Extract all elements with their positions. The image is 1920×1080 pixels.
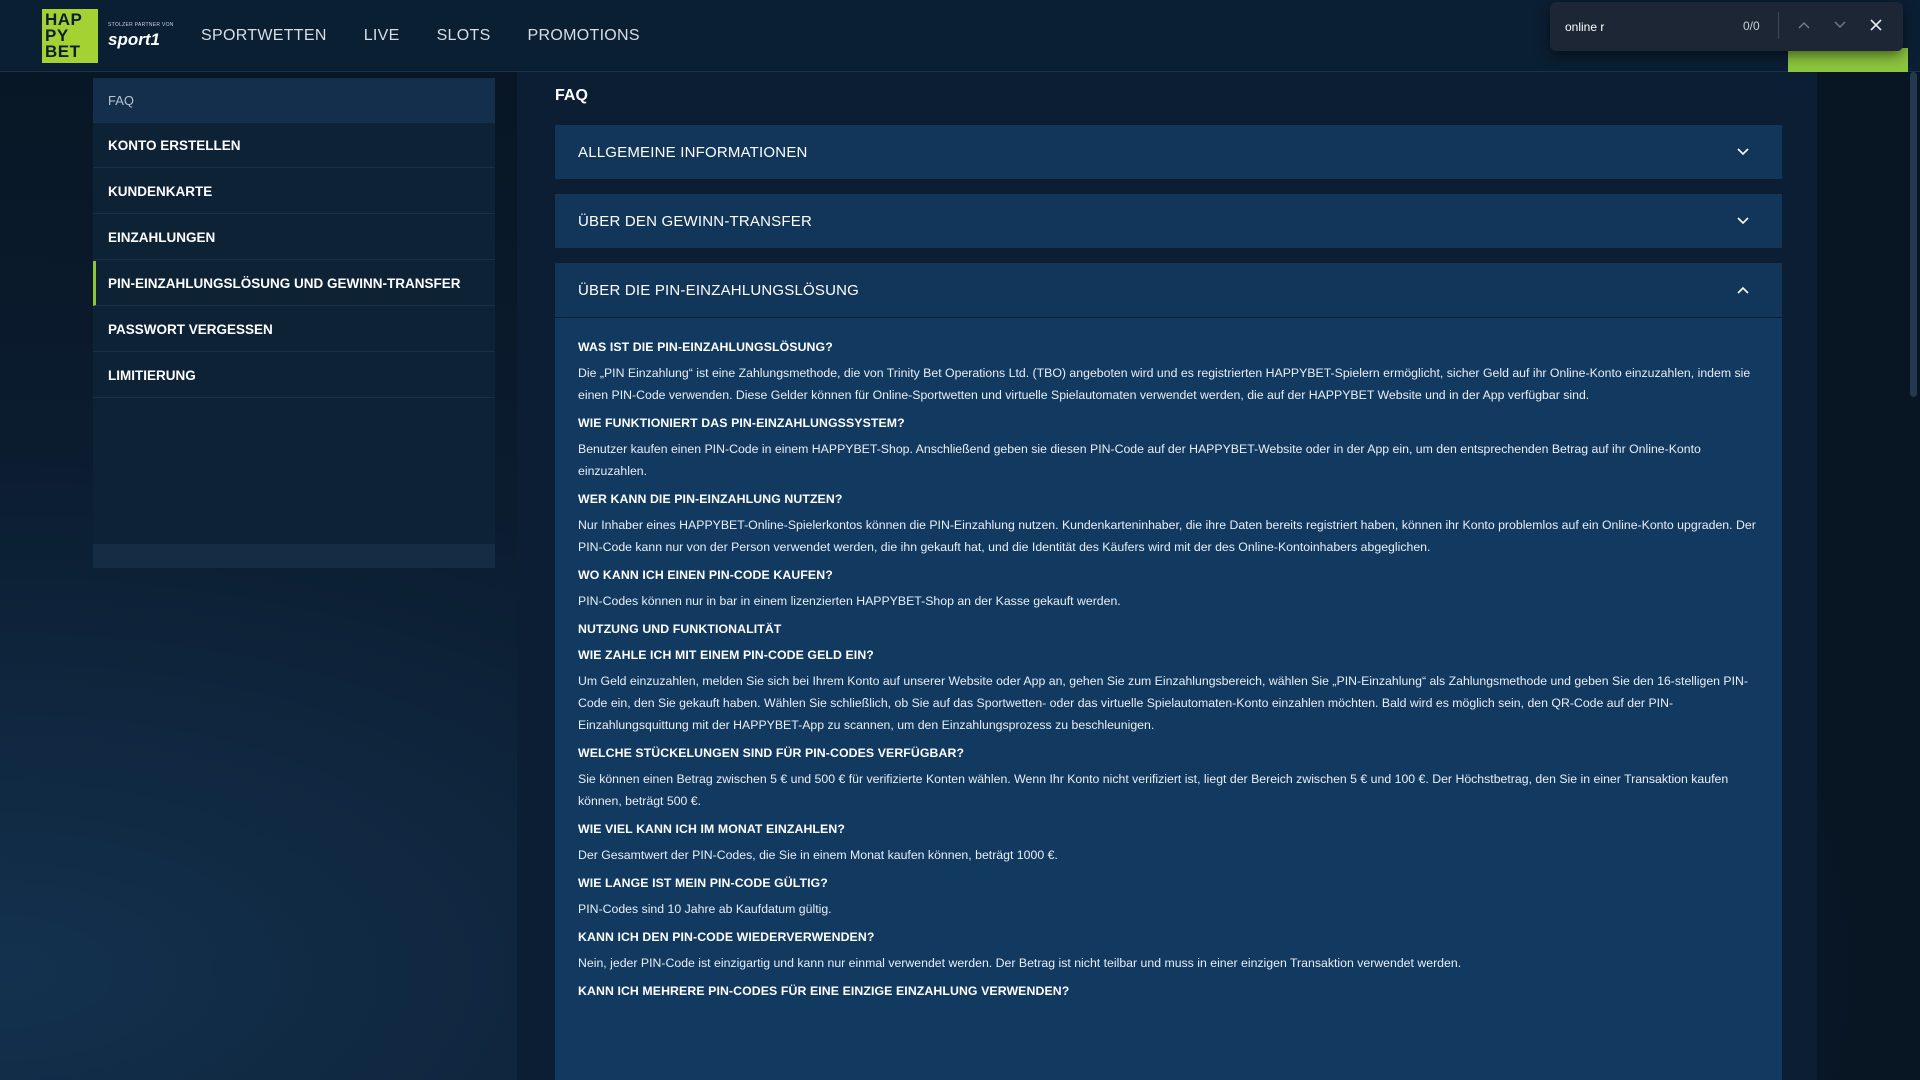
find-input[interactable]: [1565, 19, 1725, 34]
faq-question: KANN ICH MEHRERE PIN-CODES FÜR EINE EINZ…: [578, 984, 1070, 998]
faq-answer: PIN-Codes können nur in bar in einem liz…: [578, 594, 1121, 608]
faq-question: WIE FUNKTIONIERT DAS PIN-EINZAHLUNGSSYST…: [578, 416, 905, 430]
faq-answer: PIN-Codes sind 10 Jahre ab Kaufdatum gül…: [578, 902, 832, 916]
accordion-label: ÜBER DIE PIN-EINZAHLUNGSLÖSUNG: [578, 281, 860, 299]
chevron-up-icon: [1798, 21, 1810, 29]
page-scrollbar[interactable]: [1910, 72, 1917, 397]
accordion-allgemeine-informationen[interactable]: ALLGEMEINE INFORMATIONEN: [555, 125, 1782, 179]
nav-slots[interactable]: SLOTS: [437, 27, 491, 45]
partner-logo: STOLZER PARTNER VON sport1: [108, 22, 174, 50]
accordion-label: ALLGEMEINE INFORMATIONEN: [578, 143, 808, 161]
close-icon: [1870, 19, 1882, 31]
nav-sportwetten[interactable]: SPORTWETTEN: [201, 27, 327, 45]
faq-question: WIE VIEL KANN ICH IM MONAT EINZAHLEN?: [578, 822, 845, 836]
partner-brand: sport1: [108, 30, 160, 49]
nav-promotions[interactable]: PROMOTIONS: [528, 27, 640, 45]
faq-question: WO KANN ICH EINEN PIN-CODE KAUFEN?: [578, 568, 833, 582]
find-separator: [1778, 12, 1779, 39]
faq-answer: Benutzer kaufen einen PIN-Code in einem …: [578, 442, 1701, 478]
page-title: FAQ: [555, 87, 588, 104]
faq-question: KANN ICH DEN PIN-CODE WIEDERVERWENDEN?: [578, 930, 875, 944]
chevron-up-icon: [1734, 281, 1752, 299]
sidebar-item-passwort-vergessen[interactable]: PASSWORT VERGESSEN: [93, 307, 495, 352]
faq-answer: Nur Inhaber eines HAPPYBET-Online-Spiele…: [578, 518, 1756, 554]
sidebar-item-limitierung[interactable]: LIMITIERUNG: [93, 353, 495, 398]
sidebar-footer: [93, 544, 495, 568]
chevron-down-icon: [1734, 143, 1752, 161]
faq-answer: Sie können einen Betrag zwischen 5 € und…: [578, 772, 1729, 808]
faq-answer: Die „PIN Einzahlung“ ist eine Zahlungsme…: [578, 366, 1751, 402]
accordion-gewinn-transfer[interactable]: ÜBER DEN GEWINN-TRANSFER: [555, 194, 1782, 248]
accordion-label: ÜBER DEN GEWINN-TRANSFER: [578, 212, 812, 230]
partner-tagline: STOLZER PARTNER VON: [108, 22, 174, 28]
find-previous-button[interactable]: [1795, 16, 1813, 34]
accordion-content-pin: WAS IST DIE PIN-EINZAHLUNGSLÖSUNG? Die „P…: [555, 318, 1782, 1080]
faq-answer: Der Gesamtwert der PIN-Codes, die Sie in…: [578, 848, 1058, 862]
faq-question: WAS IST DIE PIN-EINZAHLUNGSLÖSUNG?: [578, 340, 833, 354]
sidebar-item-einzahlungen[interactable]: EINZAHLUNGEN: [93, 215, 495, 260]
faq-sidebar: FAQ KONTO ERSTELLEN KUNDENKARTE EINZAHLU…: [93, 78, 495, 568]
find-bar: [1550, 2, 1903, 51]
faq-question: WELCHE STÜCKELUNGEN SIND FÜR PIN-CODES V…: [578, 746, 965, 760]
faq-question: NUTZUNG UND FUNKTIONALITÄT: [578, 622, 782, 636]
page: HAP PY BET STOLZER PARTNER VON sport1 SP…: [0, 0, 1920, 1080]
faq-question: WER KANN DIE PIN-EINZAHLUNG NUTZEN?: [578, 492, 843, 506]
sidebar-item-kundenkarte[interactable]: KUNDENKARTE: [93, 169, 495, 214]
faq-answer: Um Geld einzuzahlen, melden Sie sich bei…: [578, 674, 1749, 732]
nav-live[interactable]: LIVE: [364, 27, 400, 45]
chevron-down-icon: [1734, 212, 1752, 230]
logo-line-3: BET: [45, 42, 81, 61]
accordion-pin-einzahlungsloesung[interactable]: ÜBER DIE PIN-EINZAHLUNGSLÖSUNG: [555, 263, 1782, 317]
sidebar-item-konto-erstellen[interactable]: KONTO ERSTELLEN: [93, 123, 495, 168]
login-button-partial[interactable]: [1788, 48, 1908, 72]
chevron-down-icon: [1834, 21, 1846, 29]
faq-answer: Nein, jeder PIN-Code ist einzigartig und…: [578, 956, 1462, 970]
find-close-button[interactable]: [1867, 16, 1885, 34]
sidebar-item-pin-einzahlung[interactable]: PIN-EINZAHLUNGSLÖSUNG UND GEWINN-TRANSFE…: [93, 261, 495, 306]
faq-question: WIE LANGE IST MEIN PIN-CODE GÜLTIG?: [578, 876, 828, 890]
sidebar-item-faq[interactable]: FAQ: [93, 78, 495, 123]
find-match-count: 0/0: [1743, 19, 1760, 33]
find-next-button[interactable]: [1831, 16, 1849, 34]
main-nav: SPORTWETTEN LIVE SLOTS PROMOTIONS: [201, 0, 677, 72]
faq-question: WIE ZAHLE ICH MIT EINEM PIN-CODE GELD EI…: [578, 648, 874, 662]
happybet-logo[interactable]: HAP PY BET: [42, 9, 98, 63]
